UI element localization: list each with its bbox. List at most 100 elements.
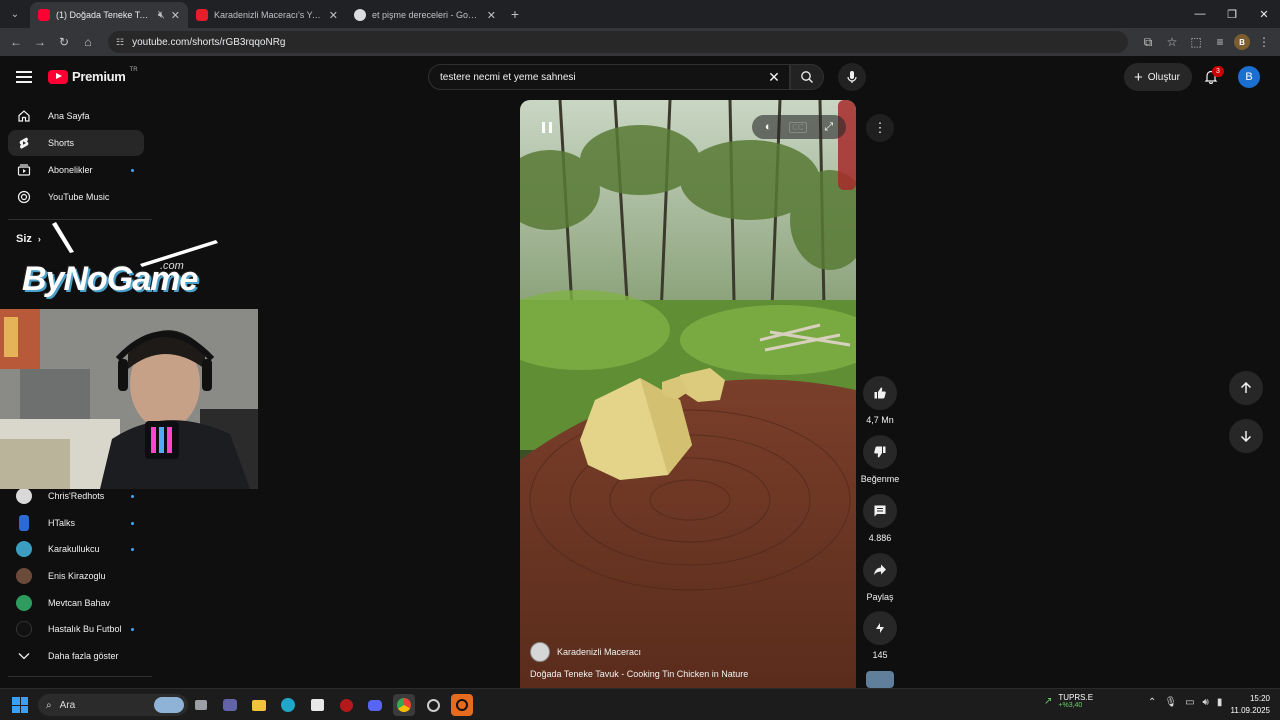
dislike-button[interactable] [863,435,897,469]
search-button[interactable] [790,64,824,90]
close-window-icon[interactable]: ✕ [1248,0,1280,28]
player-controls-pill: ◐ CC ⤢ [752,115,846,139]
close-tab-icon[interactable]: ✕ [329,9,338,22]
sidebar-item-home[interactable]: Ana Sayfa [8,103,144,129]
short-channel-row[interactable]: Karadenizli Maceracı [530,642,641,662]
volume-tray-icon[interactable]: 🔊︎ [1203,697,1209,708]
youtube-masthead: Premium TR testere necmi et yeme sahnesi… [0,56,1280,98]
task-view-icon[interactable] [190,694,212,716]
obs-icon[interactable] [451,694,473,716]
sidebar-channel-karakullukcu[interactable]: Karakullukcu [8,536,144,562]
volume-icon[interactable]: ◐ [765,121,772,133]
account-avatar[interactable]: B [1238,66,1260,88]
streamer-webcam [0,309,258,489]
close-tab-icon[interactable]: ✕ [487,9,496,22]
youtube-play-icon [48,69,68,84]
home-icon[interactable]: ⌂ [78,32,98,52]
address-bar[interactable]: ☷ youtube.com/shorts/rGB3rqqoNRg [108,31,1128,53]
share-action: Paylaş [862,553,898,602]
site-info-icon[interactable]: ☷ [116,37,124,48]
teams-icon[interactable] [219,694,241,716]
youtube-premium-logo[interactable]: Premium TR [48,67,138,84]
share-button[interactable] [863,553,897,587]
sound-thumbnail[interactable] [866,671,894,688]
browser-profile-avatar[interactable]: B [1234,34,1250,50]
sidebar-channel-htalks[interactable]: HTalks [8,510,144,536]
minimize-icon[interactable]: — [1184,0,1216,28]
tray-overflow-icon[interactable]: ⌃ [1148,697,1156,708]
channel-name: Enis Kirazoglu [48,571,106,581]
file-explorer-icon[interactable] [248,694,270,716]
edge-icon[interactable] [277,694,299,716]
install-app-icon[interactable]: ⧉ [1138,32,1158,52]
channel-name: Hastalık Bu Futbol [48,624,122,634]
tab-google-search[interactable]: et pişme dereceleri - Google'da A ✕ [346,2,504,28]
clear-search-icon[interactable]: ✕ [759,69,789,86]
voice-search-button[interactable] [838,63,866,91]
search-box[interactable]: testere necmi et yeme sahnesi ✕ [428,64,790,90]
sidebar-show-more[interactable]: Daha fazla göster [8,643,144,669]
comment-icon [874,505,886,517]
next-short-button[interactable] [1229,419,1263,453]
screen: ⌄ (1) Doğada Teneke Tavuk - C 🔇︎ ✕ Karad… [0,0,1280,720]
bookmark-star-icon[interactable]: ☆ [1162,32,1182,52]
back-icon[interactable]: ← [6,32,26,52]
pause-button[interactable] [538,117,556,137]
clock-date: 11.09.2025 [1230,706,1270,715]
restore-icon[interactable]: ❐ [1216,0,1248,28]
windows-start-icon[interactable] [12,697,28,713]
logo-text: Premium [72,69,126,84]
sidebar-item-subscriptions[interactable]: Abonelikler [8,157,144,183]
tab-search-button[interactable]: ⌄ [4,3,26,25]
comments-button[interactable] [863,494,897,528]
google-favicon-icon [354,9,366,21]
settings-gear-icon[interactable] [422,694,444,716]
discord-icon[interactable] [364,694,386,716]
remix-button[interactable] [863,611,897,645]
youtube-favicon-icon [38,9,50,21]
taskbar-clock[interactable]: 15:20 11.09.2025 [1231,693,1270,717]
battery-icon[interactable]: ▮ [1217,697,1223,708]
more-actions-button[interactable]: ⋮ [866,114,894,142]
fullscreen-icon[interactable]: ⤢ [824,121,833,134]
system-tray: ⌃ 🎙︎ ▭ 🔊︎ ▮ [1148,697,1222,708]
guide-menu-icon[interactable] [16,68,32,86]
sidebar-channel-hastalik-bu-futbol[interactable]: Hastalık Bu Futbol [8,616,144,642]
browser-menu-icon[interactable]: ⋮ [1254,32,1274,52]
microphone-tray-icon[interactable]: 🎙︎ [1164,697,1177,708]
app-red-icon[interactable] [335,694,357,716]
captions-icon[interactable]: CC [789,121,807,133]
sidebar-channel-enis-kirazoglu[interactable]: Enis Kirazoglu [8,563,144,589]
like-button[interactable] [863,376,897,410]
channel-name: Karadenizli Maceracı [557,647,642,657]
new-content-dot [131,494,134,498]
close-tab-icon[interactable]: ✕ [171,9,180,22]
shorts-video-player[interactable] [520,100,856,688]
new-tab-button[interactable]: + [504,3,526,25]
search-input[interactable]: testere necmi et yeme sahnesi [440,72,759,83]
thumbs-up-icon [874,387,886,399]
forward-icon[interactable]: → [30,32,50,52]
home-icon [16,108,32,124]
channel-avatar [19,515,29,531]
browser-toolbar: ← → ↻ ⌂ ☷ youtube.com/shorts/rGB3rqqoNRg… [0,28,1280,56]
tab-channel[interactable]: Karadenizli Maceracı's YouTube ✕ [188,2,346,28]
sidebar-channel-mevtcan-bahav[interactable]: Mevtcan Bahav [8,590,144,616]
previous-short-button[interactable] [1229,371,1263,405]
tab-title: et pişme dereceleri - Google'da A [372,10,481,20]
sidebar-item-youtube-music[interactable]: YouTube Music [8,184,144,210]
channel-name: Karakullukcu [48,544,100,554]
media-controls-icon[interactable]: ≡ [1210,32,1230,52]
mute-tab-icon[interactable]: 🔇︎ [158,9,165,22]
network-icon[interactable]: ▭ [1185,697,1194,708]
sidebar-item-shorts[interactable]: Shorts [8,130,144,156]
tab-youtube-short[interactable]: (1) Doğada Teneke Tavuk - C 🔇︎ ✕ [30,2,188,28]
store-icon[interactable] [306,694,328,716]
short-title[interactable]: Doğada Teneke Tavuk - Cooking Tin Chicke… [530,669,748,679]
reload-icon[interactable]: ↻ [54,32,74,52]
chrome-icon[interactable] [393,694,415,716]
create-button[interactable]: + Oluştur [1124,63,1192,91]
taskbar-search[interactable]: ⌕ Ara [38,694,188,716]
extensions-icon[interactable]: ⬚ [1186,32,1206,52]
stock-widget[interactable]: ↗ TUPRS.E +%3,40 [1044,693,1093,709]
